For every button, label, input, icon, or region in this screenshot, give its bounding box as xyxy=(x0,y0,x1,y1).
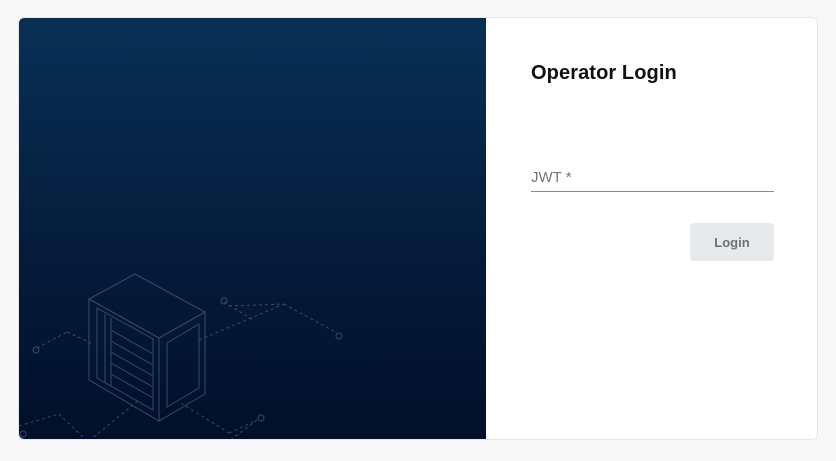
login-button[interactable]: Login xyxy=(690,223,774,261)
page-title: Operator Login xyxy=(531,62,677,84)
hero-panel xyxy=(19,18,486,439)
server-rack-icon xyxy=(19,273,343,439)
login-card: Operator Login JWT * Login xyxy=(18,17,818,440)
jwt-input[interactable] xyxy=(531,164,774,190)
jwt-field[interactable]: JWT * xyxy=(531,164,774,192)
login-panel: Operator Login JWT * Login xyxy=(486,18,817,439)
